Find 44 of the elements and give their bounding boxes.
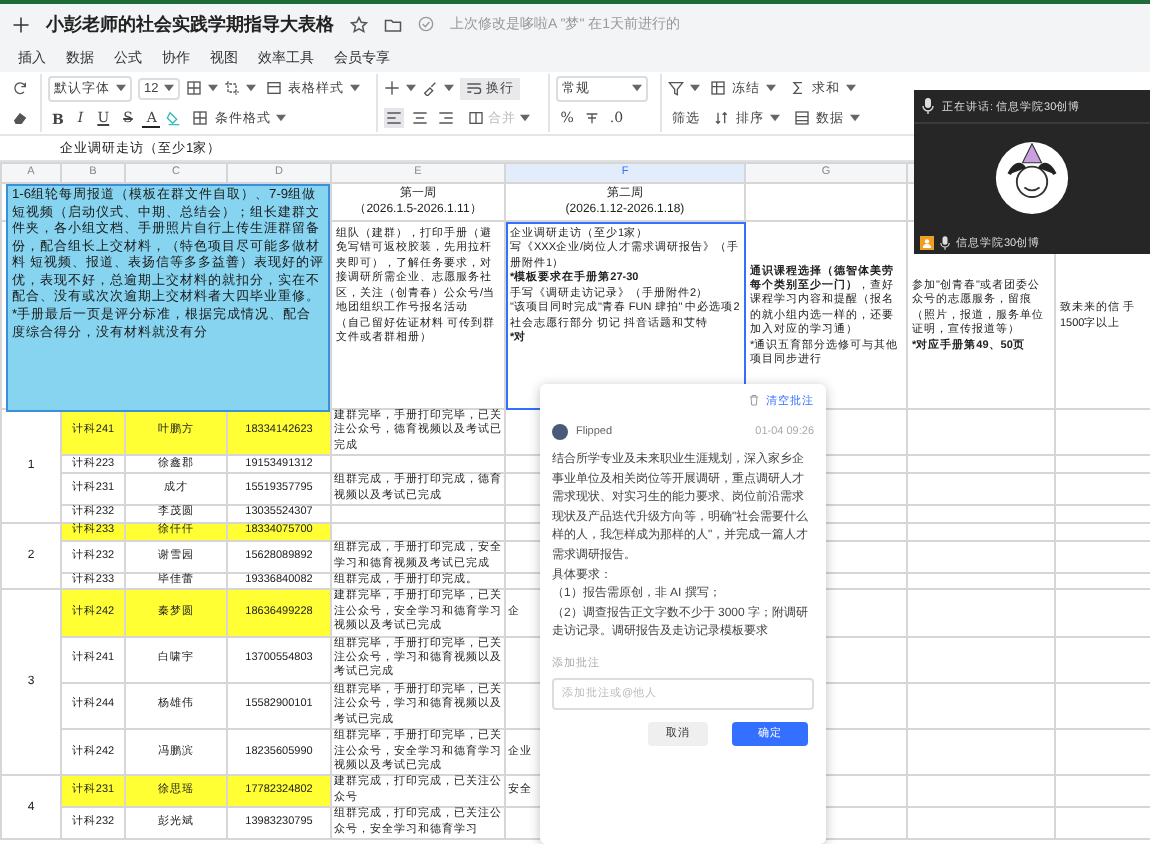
person-icon xyxy=(920,236,934,250)
add-icon[interactable] xyxy=(12,15,30,33)
caret-icon xyxy=(276,114,287,122)
freeze-icon[interactable] xyxy=(710,80,727,96)
microphone-icon xyxy=(940,236,950,250)
caret-icon xyxy=(846,84,857,92)
trash-icon[interactable] xyxy=(748,394,760,406)
borders-icon[interactable] xyxy=(186,80,203,96)
eraser-icon[interactable] xyxy=(12,110,28,126)
caret-icon xyxy=(520,114,531,122)
caret-icon xyxy=(770,114,781,122)
sort-icon[interactable] xyxy=(714,110,731,126)
thousands-separator-icon[interactable] xyxy=(583,110,600,126)
folder-icon[interactable] xyxy=(384,15,402,33)
align-center-icon[interactable] xyxy=(410,108,431,128)
caret-icon xyxy=(350,84,361,92)
table-style-icon[interactable] xyxy=(266,80,283,96)
caret-icon xyxy=(766,84,777,92)
data-icon[interactable] xyxy=(794,110,811,126)
star-icon[interactable] xyxy=(350,15,368,33)
caret-icon xyxy=(116,84,126,92)
sigma-icon[interactable] xyxy=(790,80,807,96)
avatar-icon xyxy=(552,424,568,440)
caret-icon xyxy=(850,114,861,122)
crop-icon[interactable] xyxy=(224,80,241,96)
document-title: 小彭老师的社会实践学期指导大表格 xyxy=(46,11,334,37)
align-right-icon[interactable] xyxy=(436,108,457,128)
caret-icon xyxy=(208,84,219,92)
align-left-icon[interactable] xyxy=(384,108,405,128)
caret-icon xyxy=(406,84,417,92)
caret-icon xyxy=(164,84,175,92)
grid-icon[interactable] xyxy=(192,110,209,126)
caret-icon xyxy=(690,84,701,92)
redo-icon[interactable] xyxy=(12,80,28,96)
brush-icon[interactable] xyxy=(422,80,439,96)
microphone-icon xyxy=(922,98,934,114)
filter-icon[interactable] xyxy=(668,80,685,96)
check-circle-icon xyxy=(418,16,434,32)
caret-icon xyxy=(632,84,643,92)
insert-icon[interactable] xyxy=(384,80,401,96)
caret-icon xyxy=(246,84,257,92)
cartoon-avatar-drawing xyxy=(994,140,1070,216)
caret-icon xyxy=(444,84,455,92)
wrap-icon[interactable] xyxy=(466,80,483,96)
